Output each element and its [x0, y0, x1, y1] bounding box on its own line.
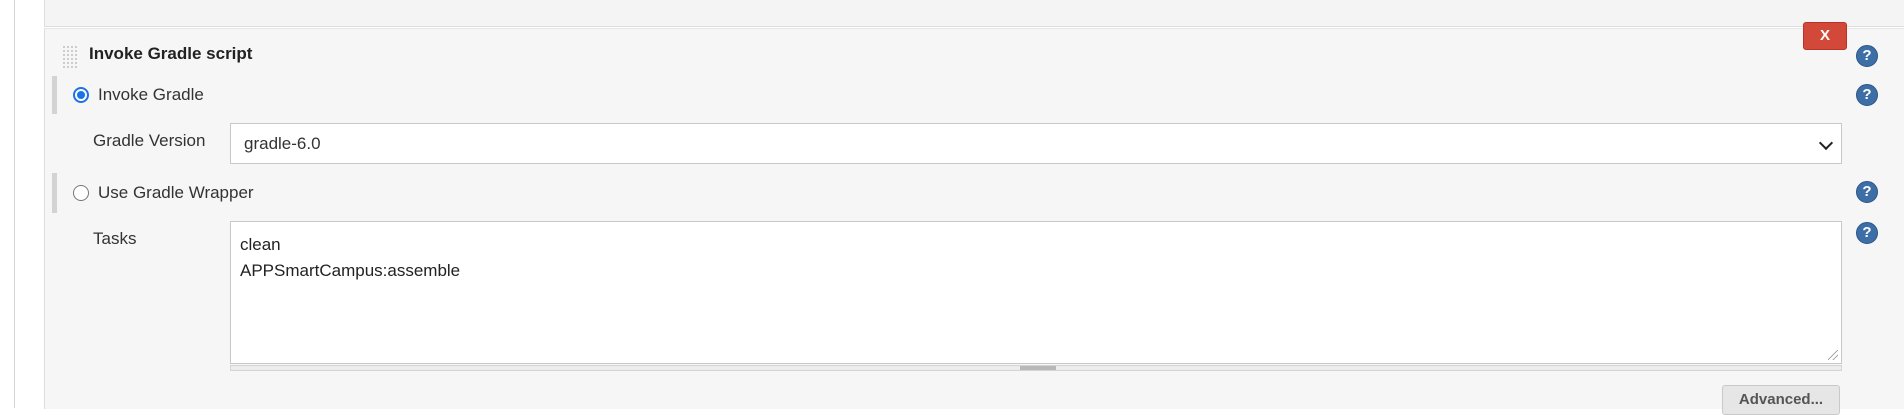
invoke-gradle-help-icon[interactable]: ? — [1856, 84, 1878, 106]
use-wrapper-help-icon[interactable]: ? — [1856, 181, 1878, 203]
drag-grip-icon[interactable] — [62, 45, 78, 69]
radio-button-selected[interactable] — [73, 87, 89, 103]
radio-button-unselected[interactable] — [73, 185, 89, 201]
tasks-help-icon[interactable]: ? — [1856, 222, 1878, 244]
invoke-gradle-option-bar — [52, 76, 57, 114]
gradle-version-select[interactable]: gradle-6.0 — [230, 123, 1842, 164]
previous-section-bottom — [44, 0, 1904, 27]
tasks-textarea[interactable]: clean APPSmartCampus:assemble — [230, 221, 1842, 364]
gradle-version-value: gradle-6.0 — [244, 134, 321, 153]
tasks-label: Tasks — [93, 229, 137, 248]
build-step-title: Invoke Gradle script — [89, 44, 253, 63]
step-help-icon[interactable]: ? — [1856, 45, 1878, 67]
radio-use-gradle-wrapper[interactable]: Use Gradle Wrapper — [73, 183, 254, 203]
gradle-version-label: Gradle Version — [93, 131, 206, 150]
advanced-button[interactable]: Advanced... — [1722, 385, 1840, 415]
delete-step-button[interactable]: X — [1803, 22, 1847, 50]
invoke-gradle-label: Invoke Gradle — [98, 85, 204, 104]
use-wrapper-option-bar — [52, 173, 57, 213]
expand-grip-icon[interactable] — [1020, 366, 1056, 370]
use-wrapper-label: Use Gradle Wrapper — [98, 183, 254, 202]
resize-handle-icon[interactable] — [1828, 350, 1840, 362]
chevron-down-icon — [1818, 135, 1834, 151]
radio-invoke-gradle[interactable]: Invoke Gradle — [73, 85, 204, 105]
